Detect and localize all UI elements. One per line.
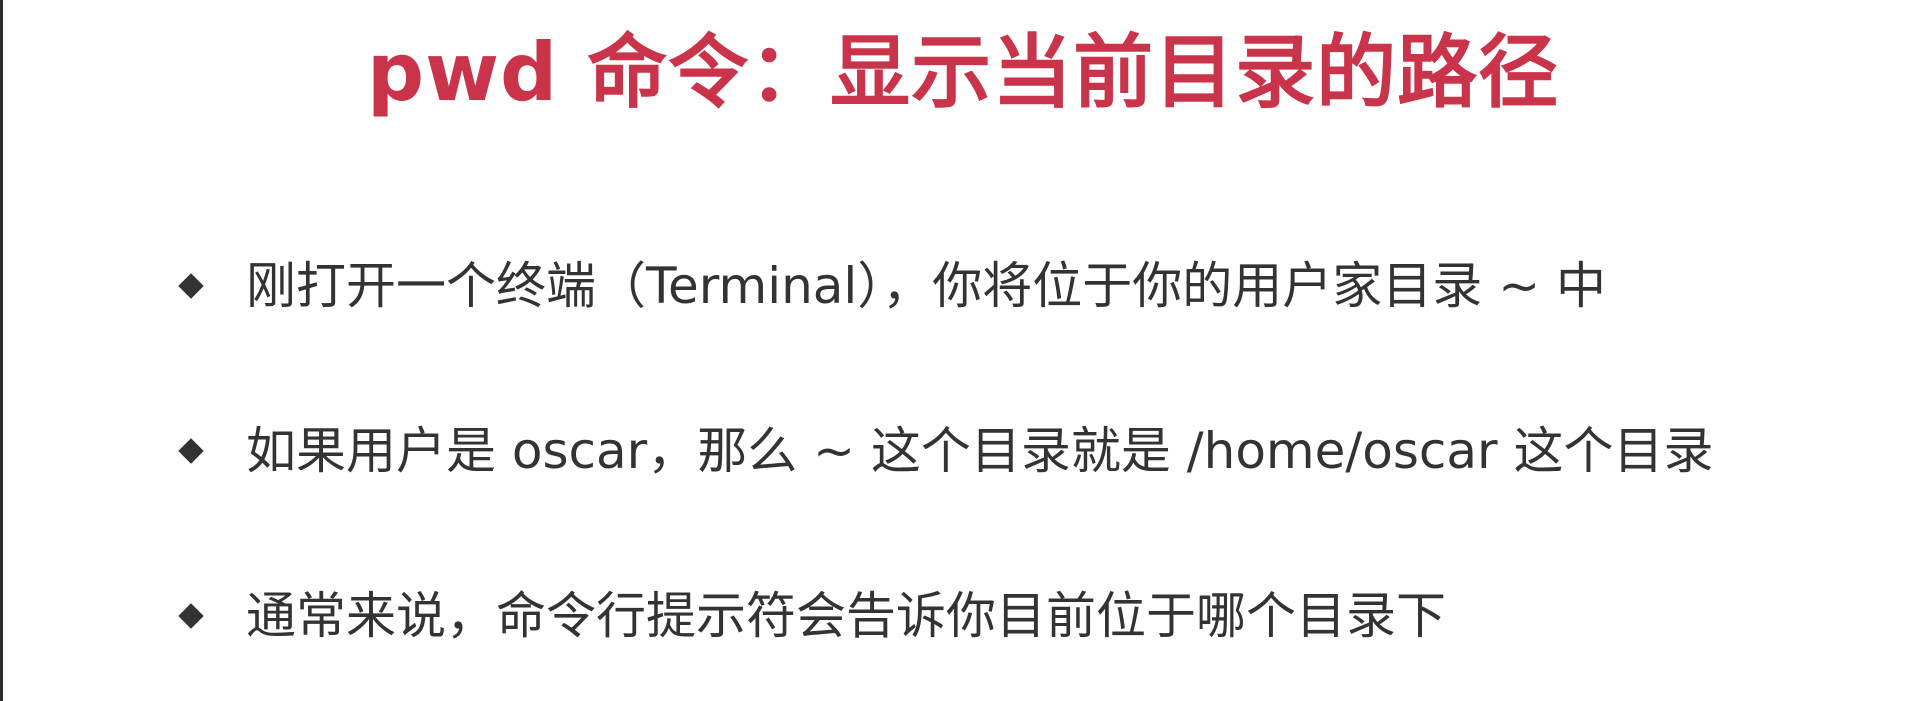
slide-title: pwd 命令：显示当前目录的路径 (366, 26, 1560, 119)
diamond-bullet-icon (178, 437, 204, 464)
bullet-text: 通常来说，命令行提示符会告诉你目前位于哪个目录下 (246, 586, 1446, 645)
bullet-text: 如果用户是 oscar，那么 ~ 这个目录就是 /home/oscar 这个目录 (246, 421, 1714, 480)
diamond-bullet-icon (178, 602, 204, 629)
bullet-text: 刚打开一个终端（Terminal），你将位于你的用户家目录 ~ 中 (246, 256, 1606, 315)
bullet-list: 刚打开一个终端（Terminal），你将位于你的用户家目录 ~ 中 如果用户是 … (173, 257, 1893, 698)
bullet-item: 通常来说，命令行提示符会告诉你目前位于哪个目录下 (173, 533, 1893, 698)
bullet-item: 刚打开一个终端（Terminal），你将位于你的用户家目录 ~ 中 (173, 203, 1893, 368)
bullet-item: 如果用户是 oscar，那么 ~ 这个目录就是 /home/oscar 这个目录 (173, 368, 1893, 533)
diamond-bullet-icon (178, 272, 204, 299)
slide: pwd 命令：显示当前目录的路径 刚打开一个终端（Terminal），你将位于你… (0, 0, 1920, 701)
